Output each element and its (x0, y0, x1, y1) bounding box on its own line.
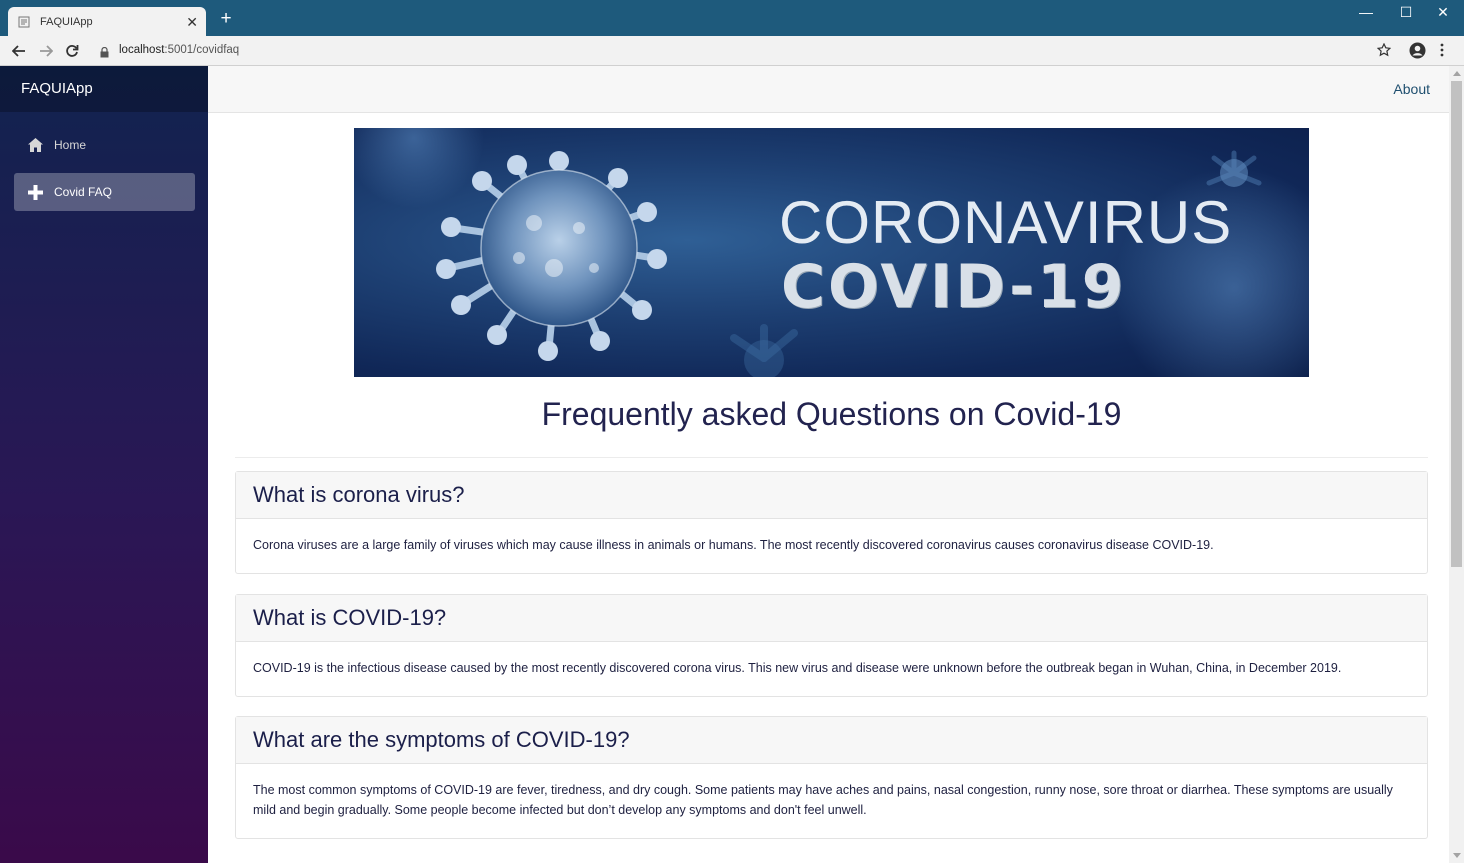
maximize-button[interactable]: ☐ (1396, 4, 1416, 21)
reload-icon[interactable] (63, 42, 81, 60)
url-host: localhost (119, 44, 165, 56)
nav-item-label: Home (54, 138, 87, 152)
browser-menu-icon[interactable] (1440, 43, 1444, 62)
nav-item-label: Covid FAQ (54, 185, 113, 199)
sidebar: FAQUIApp Home Covid FAQ (0, 66, 208, 863)
banner-heading: CORONAVIRUS (779, 189, 1233, 256)
home-icon (26, 138, 44, 152)
banner-subheading: COVID-19 (781, 252, 1127, 322)
new-tab-button[interactable]: + (216, 9, 236, 28)
page-title: Frequently asked Questions on Covid-19 (541, 396, 1122, 432)
coronavirus-banner-image: CORONAVIRUS COVID-19 (354, 128, 1309, 377)
page-icon (18, 15, 32, 29)
back-icon[interactable] (10, 42, 28, 60)
faq-question: What are the symptoms of COVID-19? (236, 717, 1427, 764)
bookmark-star-icon[interactable] (1376, 42, 1392, 62)
tab-title: FAQUIApp (40, 15, 93, 28)
nav-item-covid-faq[interactable]: Covid FAQ (14, 173, 195, 211)
browser-tab-strip: FAQUIApp ✕ + — ☐ ✕ (0, 0, 1464, 36)
faq-question: What is corona virus? (236, 472, 1427, 519)
about-link[interactable]: About (1393, 81, 1430, 97)
scroll-down-icon[interactable] (1453, 853, 1461, 858)
url-path: :5001/covidfaq (164, 44, 240, 56)
main-content: About CORONAVIRUS COVID-19 Frequently as… (208, 66, 1449, 863)
address-bar: localhost:5001/covidfaq (0, 36, 1464, 66)
faq-answer: COVID-19 is the infectious disease cause… (253, 661, 1342, 675)
close-window-button[interactable]: ✕ (1433, 4, 1453, 21)
nav-item-home[interactable]: Home (14, 126, 195, 164)
scrollbar-thumb[interactable] (1451, 81, 1462, 567)
tab-close-icon[interactable]: ✕ (186, 15, 198, 29)
faq-question: What is COVID-19? (236, 595, 1427, 642)
lock-icon[interactable] (100, 45, 109, 63)
vertical-scrollbar[interactable] (1449, 66, 1464, 863)
url-field[interactable]: localhost:5001/covidfaq (119, 44, 239, 56)
plus-icon (26, 184, 44, 200)
minimize-button[interactable]: — (1356, 4, 1376, 20)
profile-icon[interactable] (1409, 42, 1426, 64)
faq-answer: Corona viruses are a large family of vir… (253, 538, 1214, 552)
faq-card: What is COVID-19? COVID-19 is the infect… (235, 594, 1428, 697)
scroll-up-icon[interactable] (1453, 71, 1461, 76)
faq-card: What are the symptoms of COVID-19? The m… (235, 716, 1428, 839)
browser-tab[interactable]: FAQUIApp ✕ (8, 7, 206, 36)
divider (235, 457, 1428, 458)
top-bar: About (208, 66, 1449, 113)
brand-title[interactable]: FAQUIApp (0, 66, 208, 112)
forward-icon[interactable] (37, 42, 55, 60)
faq-card: What is corona virus? Corona viruses are… (235, 471, 1428, 574)
faq-answer: The most common symptoms of COVID-19 are… (253, 783, 1393, 817)
